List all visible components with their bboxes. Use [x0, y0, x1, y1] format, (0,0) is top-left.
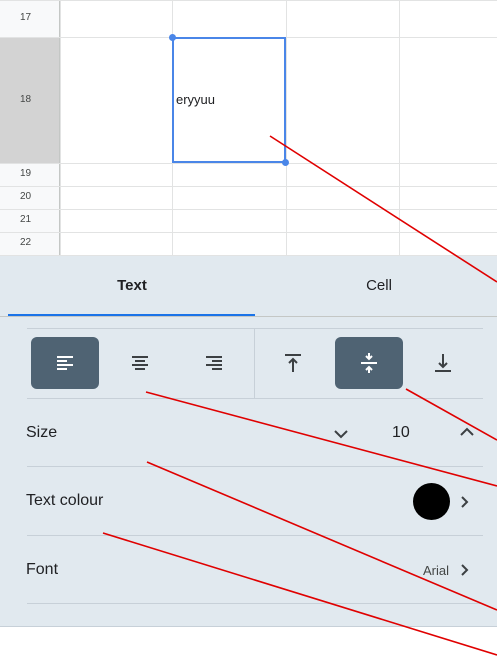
- align-left-icon: [57, 356, 73, 370]
- selection-handle-top[interactable]: [169, 34, 176, 41]
- text-colour-label: Text colour: [26, 492, 104, 509]
- size-increase-chevron-up-icon[interactable]: [458, 426, 476, 438]
- font-value: Arial: [423, 563, 450, 578]
- row-number: 22: [20, 237, 32, 248]
- align-bottom-icon: [435, 354, 451, 372]
- text-colour-swatch[interactable]: [413, 483, 450, 520]
- align-center-icon: [132, 356, 148, 370]
- align-right-button[interactable]: [180, 337, 248, 389]
- size-value: 10: [392, 424, 410, 441]
- selection-handle-bottom[interactable]: [282, 159, 289, 166]
- divider: [0, 316, 497, 317]
- align-center-button[interactable]: [106, 337, 174, 389]
- divider: [27, 398, 483, 399]
- align-left-button[interactable]: [31, 337, 99, 389]
- divider: [27, 603, 483, 604]
- row-number: 18: [20, 94, 32, 105]
- divider: [27, 328, 483, 329]
- chevron-right-icon: [461, 496, 469, 508]
- row-number: 21: [20, 214, 32, 225]
- text-colour-row[interactable]: Text colour: [0, 467, 497, 535]
- row-number: 20: [20, 191, 32, 202]
- chevron-right-icon: [461, 564, 469, 576]
- cell-value: eryyuu: [176, 92, 216, 107]
- align-middle-icon: [361, 353, 377, 373]
- align-middle-button[interactable]: [335, 337, 403, 389]
- tab-cell[interactable]: Cell: [255, 256, 497, 316]
- align-top-icon: [285, 354, 301, 372]
- divider: [254, 328, 255, 398]
- row-number: 17: [20, 12, 32, 23]
- size-decrease-chevron-down-icon[interactable]: [332, 428, 350, 440]
- spreadsheet-grid[interactable]: 17 18 19 20 21 22 eryyuu: [0, 0, 497, 256]
- format-tabs: Text Cell: [0, 256, 497, 317]
- tab-text[interactable]: Text: [8, 256, 256, 316]
- font-label: Font: [26, 561, 59, 578]
- size-label: Size: [26, 424, 58, 441]
- format-panel: Text Cell Size 10 Text colour Font Arial: [0, 256, 497, 668]
- align-right-icon: [206, 356, 222, 370]
- row-number: 19: [20, 168, 32, 179]
- align-top-button[interactable]: [259, 337, 327, 389]
- font-row[interactable]: Font Arial: [0, 536, 497, 603]
- align-bottom-button[interactable]: [409, 337, 477, 389]
- bottom-bar: [0, 626, 497, 668]
